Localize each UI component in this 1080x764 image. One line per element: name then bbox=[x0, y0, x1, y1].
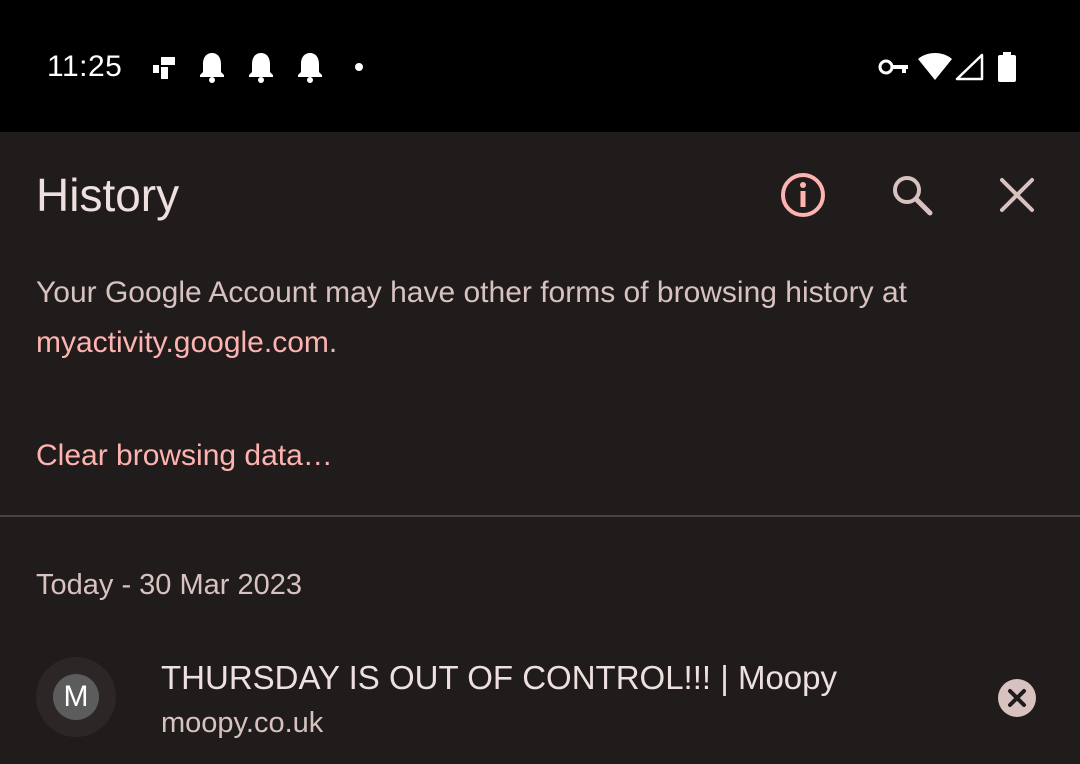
wifi-icon bbox=[918, 53, 952, 80]
clear-browsing-data-link[interactable]: Clear browsing data… bbox=[36, 436, 333, 476]
close-icon bbox=[1000, 178, 1034, 212]
favicon-container: M bbox=[36, 657, 116, 737]
search-button[interactable] bbox=[880, 163, 944, 227]
history-screen: 11:25 History Your Google Account may ha… bbox=[0, 0, 1080, 764]
search-icon bbox=[893, 176, 933, 216]
info-button[interactable] bbox=[771, 163, 835, 227]
site-favicon: M bbox=[53, 674, 99, 720]
app-notification-icon bbox=[153, 57, 175, 79]
account-history-info: Your Google Account may have other forms… bbox=[36, 268, 1046, 368]
status-time: 11:25 bbox=[47, 50, 123, 83]
history-item-url: moopy.co.uk bbox=[161, 707, 324, 739]
myactivity-link[interactable]: myactivity.google.com bbox=[36, 326, 329, 359]
close-button[interactable] bbox=[985, 163, 1049, 227]
cellular-signal-icon bbox=[955, 53, 984, 81]
bell-icon bbox=[249, 53, 273, 83]
battery-icon bbox=[998, 52, 1016, 82]
vpn-key-icon bbox=[878, 59, 908, 75]
info-suffix: . bbox=[328, 326, 338, 359]
bell-icon bbox=[298, 53, 322, 83]
history-item[interactable]: M THURSDAY IS OUT OF CONTROL!!! | Moopy … bbox=[0, 640, 1080, 764]
more-notifications-dot-icon bbox=[355, 63, 363, 71]
divider bbox=[0, 515, 1080, 517]
history-item-title: THURSDAY IS OUT OF CONTROL!!! | Moopy bbox=[161, 659, 838, 696]
date-section-header: Today - 30 Mar 2023 bbox=[36, 569, 302, 601]
remove-item-icon[interactable] bbox=[997, 678, 1037, 718]
status-bar: 11:25 bbox=[0, 0, 1080, 132]
info-icon bbox=[781, 173, 825, 217]
bell-icon bbox=[200, 53, 224, 83]
info-text: Your Google Account may have other forms… bbox=[36, 276, 908, 309]
page-title: History bbox=[36, 169, 180, 221]
